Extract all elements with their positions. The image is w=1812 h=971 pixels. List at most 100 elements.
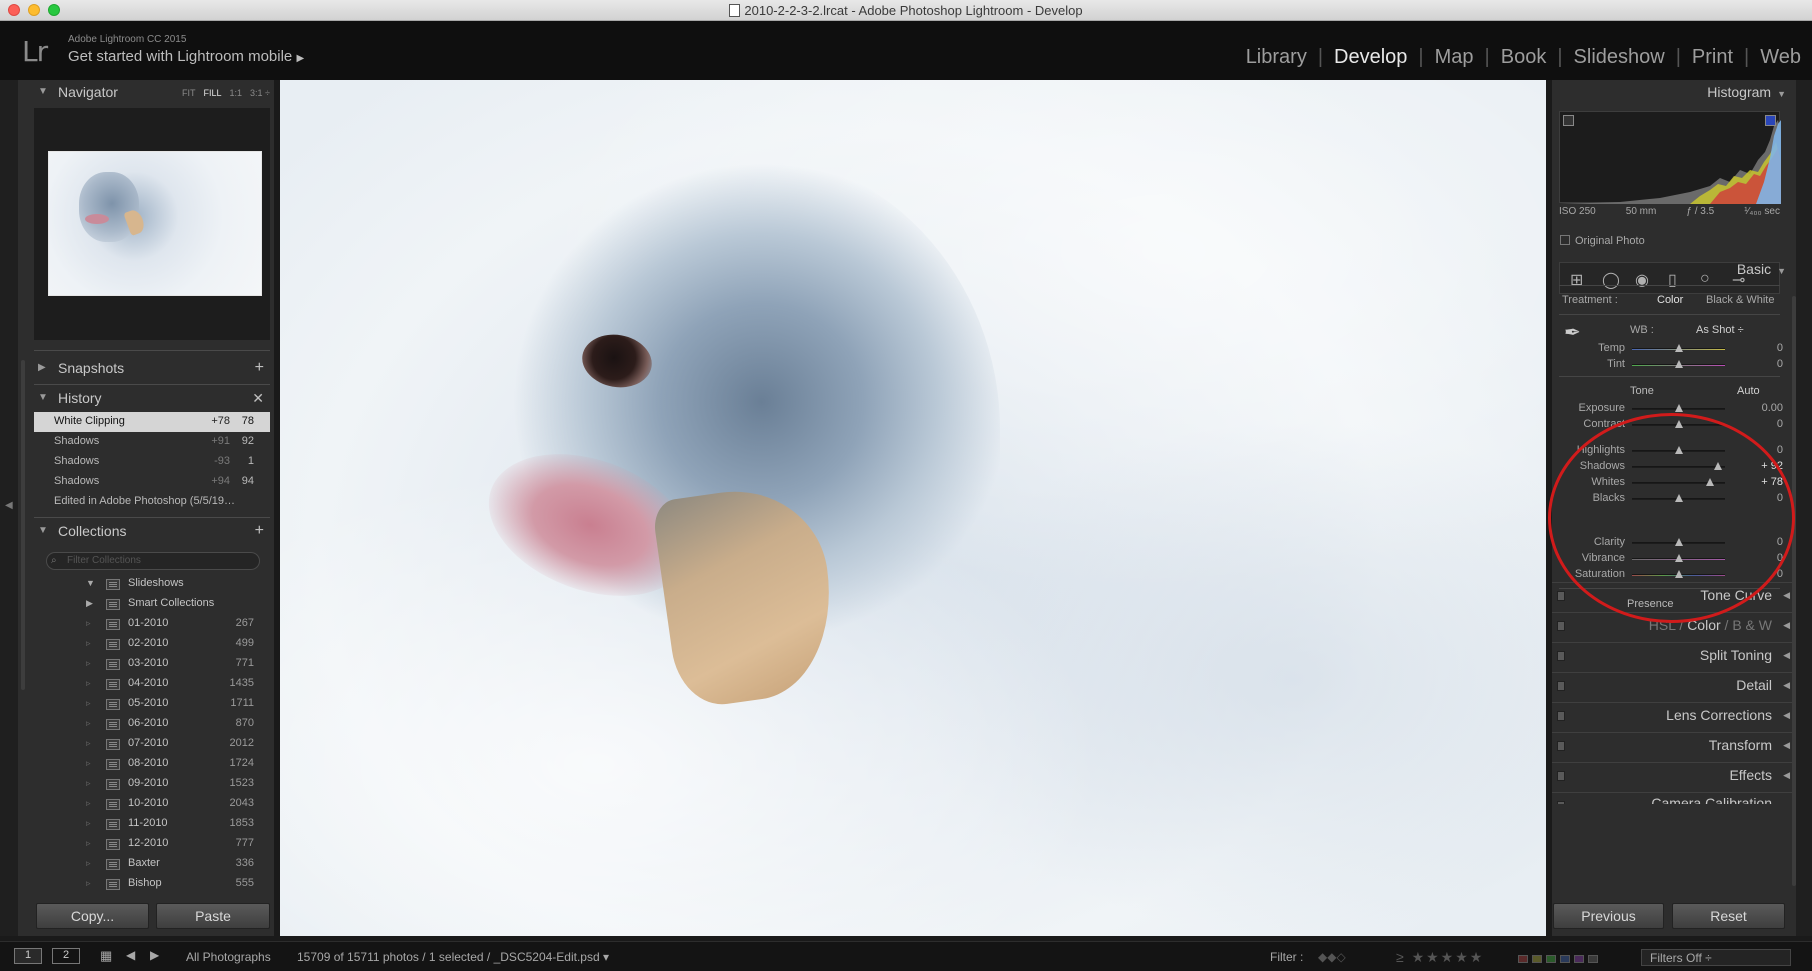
crop-icon[interactable]: ⊞ bbox=[1570, 270, 1583, 290]
collection-item[interactable]: ▹ Bishop 555 bbox=[34, 874, 270, 894]
image-viewer[interactable] bbox=[280, 80, 1546, 936]
module-web[interactable]: Web bbox=[1749, 46, 1812, 69]
module-develop[interactable]: Develop bbox=[1323, 46, 1418, 69]
red-label-swatch[interactable] bbox=[1518, 955, 1528, 963]
camera-calibration-section[interactable]: Camera Calibration bbox=[1552, 792, 1796, 804]
primary-window-button[interactable]: 1 bbox=[14, 948, 42, 964]
exposure-value[interactable]: 0.00 bbox=[1743, 402, 1783, 414]
graduated-filter-icon[interactable]: ▯ bbox=[1668, 270, 1677, 290]
panel-switch-icon[interactable] bbox=[1557, 801, 1565, 804]
panel-switch-icon[interactable] bbox=[1557, 741, 1565, 751]
histogram-header[interactable]: Histogram ▼ bbox=[1707, 84, 1786, 100]
contrast-value[interactable]: 0 bbox=[1743, 418, 1783, 430]
reset-button[interactable]: Reset bbox=[1672, 903, 1785, 929]
forward-arrow-icon[interactable]: ▶ bbox=[150, 948, 159, 962]
flag-filter-icons[interactable]: ◆◆◇ bbox=[1318, 950, 1346, 964]
original-photo-checkbox[interactable]: Original Photo bbox=[1560, 235, 1645, 247]
zoom-option-0[interactable]: FIT bbox=[182, 88, 196, 98]
collection-item[interactable]: ▹ 02-2010 499 bbox=[34, 634, 270, 654]
panel-switch-icon[interactable] bbox=[1557, 621, 1565, 631]
collection-item[interactable]: ▹ 11-2010 1853 bbox=[34, 814, 270, 834]
temp-slider-thumb[interactable] bbox=[1674, 344, 1683, 352]
history-step[interactable]: White Clipping +78 78 bbox=[34, 412, 270, 432]
no-label-swatch[interactable] bbox=[1588, 955, 1598, 963]
right-panel-scrollbar[interactable] bbox=[1792, 296, 1796, 886]
tint-value[interactable]: 0 bbox=[1743, 358, 1783, 370]
disclosure-triangle-icon[interactable]: ▼ bbox=[86, 578, 95, 588]
develop-photo[interactable] bbox=[280, 80, 1546, 936]
tone-auto-button[interactable]: Auto bbox=[1737, 385, 1760, 397]
collection-item[interactable]: ▹ 09-2010 1523 bbox=[34, 774, 270, 794]
previous-button[interactable]: Previous bbox=[1553, 903, 1664, 929]
collection-item[interactable]: ▹ 05-2010 1711 bbox=[34, 694, 270, 714]
purple-label-swatch[interactable] bbox=[1574, 955, 1584, 963]
zoom-option-3[interactable]: 3:1 ÷ bbox=[250, 88, 270, 98]
collection-item[interactable]: ▶ Smart Collections bbox=[34, 594, 270, 614]
lens-corrections-section[interactable]: Lens Corrections ◀ bbox=[1552, 702, 1796, 728]
exposure-slider-thumb[interactable] bbox=[1674, 404, 1683, 412]
effects-section[interactable]: Effects ◀ bbox=[1552, 762, 1796, 788]
split-toning-section[interactable]: Split Toning ◀ bbox=[1552, 642, 1796, 668]
grid-view-icon[interactable]: ▦ bbox=[100, 948, 112, 964]
module-map[interactable]: Map bbox=[1424, 46, 1485, 69]
spot-removal-icon[interactable]: ◯ bbox=[1602, 270, 1620, 290]
panel-switch-icon[interactable] bbox=[1557, 711, 1565, 721]
module-slideshow[interactable]: Slideshow bbox=[1563, 46, 1676, 69]
green-label-swatch[interactable] bbox=[1546, 955, 1556, 963]
temp-value[interactable]: 0 bbox=[1743, 342, 1783, 354]
add-collection-icon[interactable]: + bbox=[255, 522, 264, 540]
panel-switch-icon[interactable] bbox=[1557, 771, 1565, 781]
history-step[interactable]: Edited in Adobe Photoshop (5/5/19… bbox=[34, 492, 270, 512]
collection-item[interactable]: ▹ 03-2010 771 bbox=[34, 654, 270, 674]
module-print[interactable]: Print bbox=[1681, 46, 1744, 69]
history-step[interactable]: Shadows +91 92 bbox=[34, 432, 270, 452]
collection-item[interactable]: ▹ 06-2010 870 bbox=[34, 714, 270, 734]
exposure-slider[interactable] bbox=[1632, 404, 1725, 412]
collection-item[interactable]: ▹ 04-2010 1435 bbox=[34, 674, 270, 694]
red-eye-icon[interactable]: ◉ bbox=[1635, 270, 1649, 290]
transform-section[interactable]: Transform ◀ bbox=[1552, 732, 1796, 758]
snapshots-header[interactable]: ▶ Snapshots + bbox=[18, 358, 274, 380]
temp-slider[interactable] bbox=[1632, 344, 1725, 352]
treatment-bw-option[interactable]: Black & White bbox=[1706, 294, 1774, 306]
color-label-filter[interactable] bbox=[1518, 954, 1602, 966]
collection-item[interactable]: ▹ 01-2010 267 bbox=[34, 614, 270, 634]
blue-label-swatch[interactable] bbox=[1560, 955, 1570, 963]
collection-item[interactable]: ▹ Baxter 336 bbox=[34, 854, 270, 874]
collections-filter-input[interactable]: Filter Collections bbox=[46, 552, 260, 570]
filter-preset-select[interactable]: Filters Off ÷ bbox=[1641, 949, 1791, 966]
history-step[interactable]: Shadows -93 1 bbox=[34, 452, 270, 472]
panel-switch-icon[interactable] bbox=[1557, 591, 1565, 601]
panel-switch-icon[interactable] bbox=[1557, 681, 1565, 691]
highlight-clipping-toggle[interactable] bbox=[1765, 115, 1776, 126]
module-library[interactable]: Library bbox=[1235, 46, 1318, 69]
copy-button[interactable]: Copy... bbox=[36, 903, 149, 929]
star-rating-filter[interactable]: ≥ ★★★★★ bbox=[1396, 949, 1484, 966]
basic-header[interactable]: Basic ▼ bbox=[1737, 261, 1786, 277]
tab-bw[interactable]: B & W bbox=[1732, 617, 1772, 633]
navigator-thumbnail[interactable] bbox=[48, 151, 262, 296]
collections-header[interactable]: ▼ Collections + bbox=[18, 521, 274, 543]
collection-item[interactable]: ▹ 07-2010 2012 bbox=[34, 734, 270, 754]
wb-preset-select[interactable]: As Shot ÷ bbox=[1696, 324, 1744, 336]
panel-switch-icon[interactable] bbox=[1557, 651, 1565, 661]
mobile-prompt[interactable]: Get started with Lightroom mobile ▶ bbox=[68, 48, 304, 65]
zoom-option-1[interactable]: FILL bbox=[204, 88, 222, 98]
history-step[interactable]: Shadows +94 94 bbox=[34, 472, 270, 492]
treatment-color-option[interactable]: Color bbox=[1657, 294, 1683, 306]
history-header[interactable]: ▼ History ✕ bbox=[18, 388, 274, 410]
navigator-header[interactable]: ▼ Navigator FIT FILL 1:1 3:1 ÷ bbox=[18, 82, 274, 104]
collection-item[interactable]: ▼ Slideshows bbox=[34, 574, 270, 594]
tint-slider[interactable] bbox=[1632, 360, 1725, 368]
detail-section[interactable]: Detail ◀ bbox=[1552, 672, 1796, 698]
back-arrow-icon[interactable]: ◀ bbox=[126, 948, 135, 962]
module-book[interactable]: Book bbox=[1490, 46, 1558, 69]
photo-count-status[interactable]: 15709 of 15711 photos / 1 selected / _DS… bbox=[297, 950, 609, 964]
right-panel-edge[interactable] bbox=[1796, 80, 1812, 936]
yellow-label-swatch[interactable] bbox=[1532, 955, 1542, 963]
collection-item[interactable]: ▹ 08-2010 1724 bbox=[34, 754, 270, 774]
collection-item[interactable]: ▹ 12-2010 777 bbox=[34, 834, 270, 854]
secondary-window-button[interactable]: 2 bbox=[52, 948, 80, 964]
collection-item[interactable]: ▹ 10-2010 2043 bbox=[34, 794, 270, 814]
zoom-option-2[interactable]: 1:1 bbox=[230, 88, 243, 98]
